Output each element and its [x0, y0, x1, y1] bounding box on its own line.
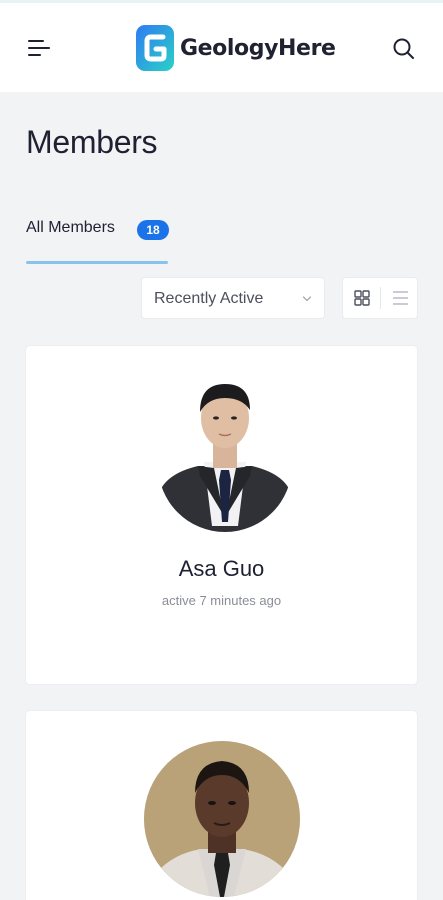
- sort-selected-value: Recently Active: [154, 290, 264, 307]
- member-avatar[interactable]: [158, 376, 292, 532]
- page-title: Members: [26, 124, 158, 160]
- sort-dropdown[interactable]: Recently Active: [141, 277, 325, 319]
- menu-line: [28, 40, 44, 42]
- member-card: [26, 711, 417, 900]
- site-logo-link[interactable]: GeologyHere: [136, 25, 336, 71]
- top-navigation-bar: GeologyHere: [0, 0, 443, 92]
- hamburger-menu-icon[interactable]: [22, 33, 54, 63]
- member-card: Asa Guo active 7 minutes ago: [26, 346, 417, 684]
- chevron-down-icon: [302, 296, 312, 302]
- brand-name: GeologyHere: [180, 35, 336, 61]
- menu-line: [28, 47, 50, 49]
- list-view-icon[interactable]: [381, 278, 419, 318]
- tab-label: All Members: [26, 219, 115, 236]
- view-toggle: [342, 277, 418, 319]
- member-last-active: active 7 minutes ago: [161, 593, 282, 608]
- member-count-badge: 18: [137, 220, 169, 240]
- geologyhere-logo-icon: [136, 25, 174, 71]
- active-tab-indicator: [26, 261, 168, 264]
- menu-line: [28, 54, 41, 56]
- grid-view-icon[interactable]: [343, 278, 381, 318]
- member-name[interactable]: Asa Guo: [26, 556, 417, 582]
- tab-all-members[interactable]: All Members 18: [26, 214, 169, 266]
- member-avatar[interactable]: [144, 741, 300, 897]
- search-icon[interactable]: [391, 36, 417, 62]
